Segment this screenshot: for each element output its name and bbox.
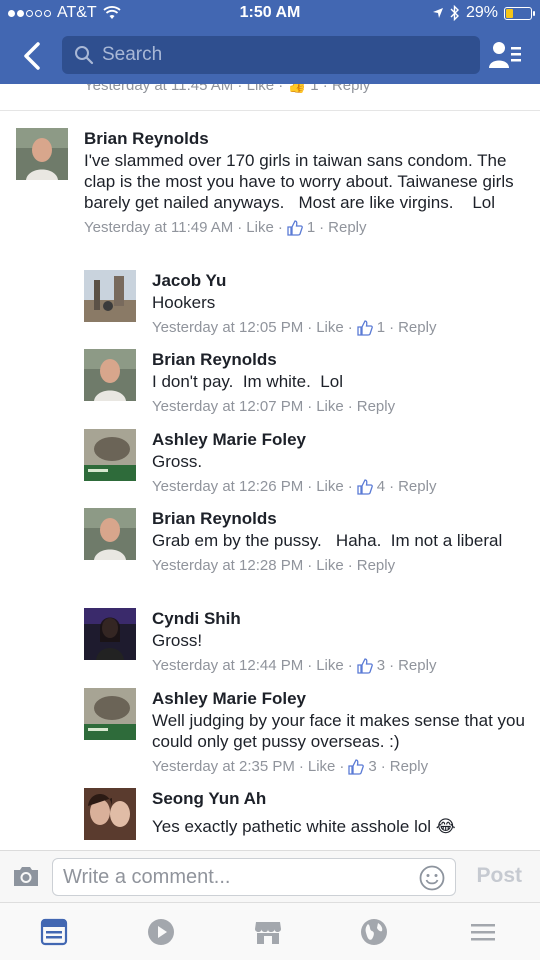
like-count: 3: [368, 758, 377, 775]
reply-link[interactable]: Reply: [390, 758, 428, 775]
reply-link[interactable]: Reply: [398, 657, 436, 674]
status-bar: AT&T 1:50 AM 29%: [0, 0, 540, 28]
comment-text: Gross!: [152, 631, 203, 650]
search-icon: [75, 46, 94, 65]
reply-link[interactable]: Reply: [357, 557, 395, 574]
reply-link[interactable]: Reply: [357, 398, 395, 415]
avatar[interactable]: [84, 508, 136, 560]
comment-meta: Yesterday at 11:49 AM · Like · 1 · Reply: [84, 219, 367, 236]
battery-percent: 29%: [465, 4, 498, 21]
camera-icon[interactable]: [12, 864, 40, 888]
commenter-name[interactable]: Cyndi Shih: [152, 608, 540, 630]
comment-text: Grab em by the pussy. Haha. Im not a lib…: [152, 531, 503, 550]
marketplace-icon[interactable]: [253, 917, 283, 947]
previous-comment-meta: Yesterday at 11:45 AM · Like · 👍 1 · Rep…: [84, 84, 371, 94]
comment-time: Yesterday at 12:28 PM: [152, 557, 304, 574]
sticker-emoji-icon[interactable]: [419, 865, 445, 891]
reply-link[interactable]: Reply: [398, 319, 436, 336]
thumbs-up-icon: [348, 758, 365, 775]
battery-icon: [504, 6, 535, 20]
commenter-name[interactable]: Jacob Yu: [152, 270, 540, 292]
comment-time: Yesterday at 11:49 AM: [84, 219, 234, 236]
like-link[interactable]: Like: [316, 478, 344, 495]
comment-meta: Yesterday at 12:05 PM · Like · 1 · Reply: [152, 319, 437, 336]
like-link[interactable]: Like: [316, 557, 344, 574]
comment-meta: Yesterday at 12:07 PM · Like · Reply: [152, 398, 396, 415]
avatar[interactable]: [84, 688, 136, 740]
avatar[interactable]: [84, 788, 136, 840]
avatar[interactable]: [84, 349, 136, 401]
comment-text: Well judging by your face it makes sense…: [152, 711, 530, 751]
reply-link[interactable]: Reply: [398, 478, 436, 495]
like-count: 1: [306, 219, 316, 236]
comment-time: Yesterday at 2:35 PM: [152, 758, 295, 775]
thumbs-up-icon: [357, 319, 373, 336]
bottom-tab-bar: [0, 902, 540, 960]
comment-composer: Write a comment... Post: [0, 850, 540, 902]
comment-time: Yesterday at 12:44 PM: [152, 657, 304, 674]
avatar[interactable]: [84, 270, 136, 322]
like-link[interactable]: Like: [316, 657, 344, 674]
comment-text: Hookers: [152, 293, 216, 312]
comment-placeholder: Write a comment...: [63, 866, 231, 888]
commenter-name[interactable]: Brian Reynolds: [152, 349, 540, 371]
comment-text: Gross.: [152, 452, 203, 471]
thumbs-up-icon: [357, 657, 373, 674]
comment-text: I don't pay. Im white. Lol: [152, 372, 343, 391]
commenter-name[interactable]: Ashley Marie Foley: [152, 429, 540, 451]
avatar[interactable]: [16, 128, 68, 180]
commenter-name[interactable]: Seong Yun Ah: [152, 788, 540, 810]
comment-meta: Yesterday at 2:35 PM · Like · 3 · Reply: [152, 758, 429, 775]
post-button[interactable]: Post: [476, 864, 522, 888]
divider: [0, 110, 540, 111]
video-play-icon[interactable]: [146, 917, 176, 947]
like-count: 4: [376, 478, 386, 495]
search-placeholder: Search: [102, 44, 163, 65]
reply-link[interactable]: Reply: [328, 219, 366, 236]
app-header: AT&T 1:50 AM 29% Search: [0, 0, 540, 84]
avatar[interactable]: [84, 608, 136, 660]
like-count: 3: [376, 657, 386, 674]
comment-text: I've slammed over 170 girls in taiwan sa…: [84, 151, 519, 212]
news-feed-icon[interactable]: [39, 917, 69, 947]
bluetooth-icon: [450, 5, 459, 21]
search-input[interactable]: Search: [62, 36, 480, 74]
like-link[interactable]: Like: [246, 219, 274, 236]
thumbs-up-icon: [287, 219, 303, 236]
comment-time: Yesterday at 12:26 PM: [152, 478, 304, 495]
like-link[interactable]: Like: [316, 319, 344, 336]
menu-icon[interactable]: [468, 917, 498, 947]
comment-time: Yesterday at 12:07 PM: [152, 398, 304, 415]
like-link[interactable]: Like: [316, 398, 344, 415]
comment-meta: Yesterday at 12:26 PM · Like · 4 · Reply: [152, 478, 437, 495]
comment-meta: Yesterday at 12:44 PM · Like · 3 · Reply: [152, 657, 437, 674]
globe-notifications-icon[interactable]: [359, 917, 389, 947]
comment-text: Yes exactly pathetic white asshole lol 😂: [152, 817, 456, 836]
back-arrow-icon[interactable]: [18, 40, 48, 72]
comment-meta: Yesterday at 12:28 PM · Like · Reply: [152, 557, 396, 574]
location-arrow-icon: [432, 8, 443, 18]
commenter-name[interactable]: Ashley Marie Foley: [152, 688, 540, 710]
avatar[interactable]: [84, 429, 136, 481]
comment-time: Yesterday at 12:05 PM: [152, 319, 304, 336]
comment-input[interactable]: Write a comment...: [52, 858, 456, 896]
comments-thread: Yesterday at 11:45 AM · Like · 👍 1 · Rep…: [0, 84, 540, 850]
like-count: 1: [376, 319, 386, 336]
friend-requests-icon[interactable]: [488, 40, 522, 70]
thumbs-up-icon: [357, 478, 373, 495]
commenter-name[interactable]: Brian Reynolds: [152, 508, 540, 530]
like-link[interactable]: Like: [308, 758, 336, 775]
commenter-name[interactable]: Brian Reynolds: [84, 128, 524, 150]
